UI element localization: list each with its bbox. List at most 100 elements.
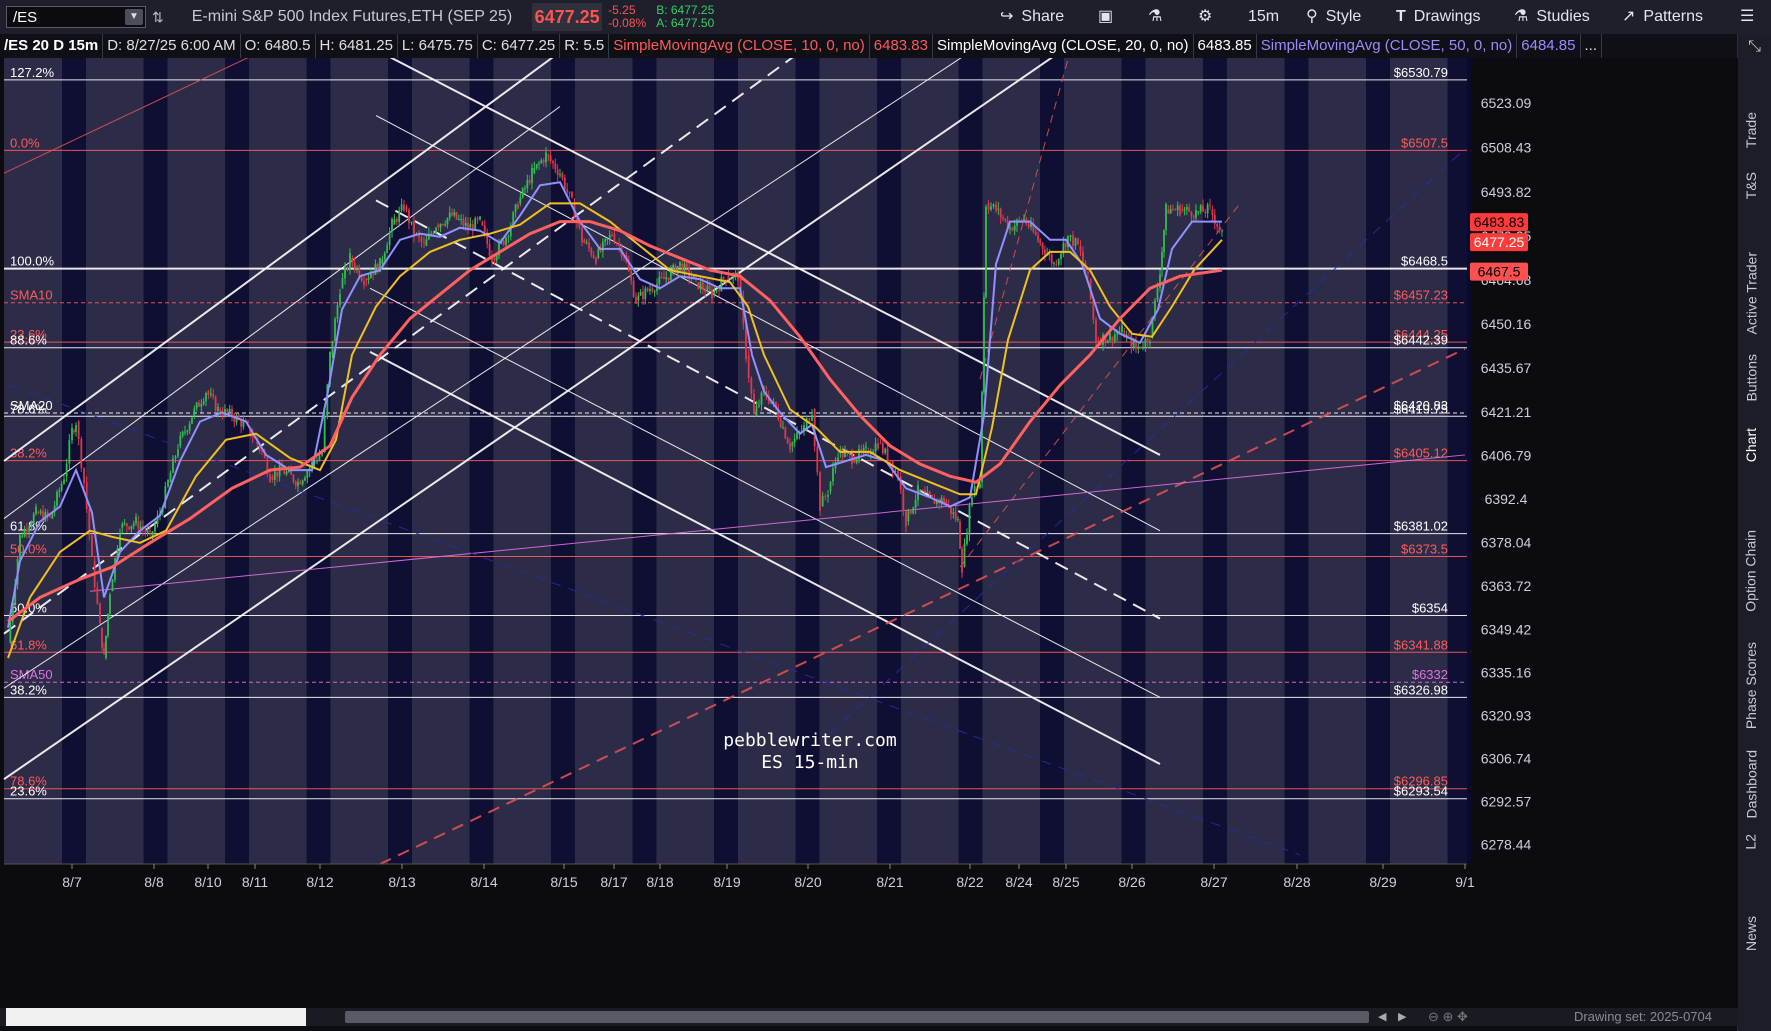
candle-body [1199, 205, 1202, 212]
candle-body [665, 277, 668, 280]
scroll-left-icon[interactable]: ◀ [1378, 1008, 1386, 1026]
sma20-legend[interactable]: SimpleMovingAvg (CLOSE, 20, 0, no) [933, 34, 1194, 58]
candle-body [729, 278, 732, 280]
candle-body [688, 266, 691, 278]
zoom-icon[interactable]: ⊖ ⊕ ✥ [1428, 1008, 1468, 1026]
sidebar-tab-t-s[interactable]: T&S [1743, 172, 1759, 199]
candle-body [1060, 253, 1062, 260]
scroll-thumb[interactable] [345, 1011, 1369, 1023]
candle-body [1027, 223, 1030, 227]
candle-body [226, 409, 229, 413]
sma10-legend[interactable]: SimpleMovingAvg (CLOSE, 10, 0, no) [609, 34, 870, 58]
candle-body [1130, 335, 1133, 348]
candle-body [58, 490, 61, 492]
candle-body [393, 219, 396, 225]
screenshot-icon: ▣ [1098, 8, 1114, 25]
candle-body [25, 529, 28, 532]
x-tick-label: 8/25 [1052, 874, 1079, 890]
chevron-down-icon[interactable]: ▼ [125, 9, 143, 25]
candle-body [905, 511, 907, 527]
candle-body [292, 474, 295, 482]
candle-body [71, 427, 73, 441]
candle-body [1195, 209, 1197, 218]
candle-body [318, 455, 321, 461]
candle-body [865, 446, 867, 448]
candle-body [408, 209, 410, 224]
candle-body [824, 496, 827, 498]
sync-icon[interactable]: ⇅ [152, 9, 164, 26]
candle-body [37, 512, 40, 514]
candle-body [559, 174, 561, 176]
candle-body [912, 507, 915, 514]
candle-body [135, 516, 137, 524]
candle-body [540, 160, 543, 164]
candle-body [464, 222, 467, 226]
sidebar-tab-chart[interactable]: Chart [1743, 428, 1759, 462]
collapse-icon[interactable]: ⤡ [1738, 38, 1771, 56]
timeframe-button[interactable]: 15m [1248, 0, 1279, 34]
candle-body [73, 430, 75, 432]
share-button[interactable]: ↪ Share [1000, 0, 1064, 34]
symbol-text: /ES [13, 9, 38, 26]
sidebar-tab-l2[interactable]: L2 [1743, 834, 1759, 850]
candle-body [604, 239, 607, 242]
sma50-legend[interactable]: SimpleMovingAvg (CLOSE, 50, 0, no) [1257, 34, 1518, 58]
candle-body [1048, 254, 1051, 256]
style-button[interactable]: ⚲ Style [1306, 0, 1361, 34]
candle-body [590, 248, 593, 256]
fib-level-left-label: 100.0% [10, 254, 55, 269]
candle-body [879, 442, 882, 444]
candle-body [1185, 207, 1188, 210]
candle-body [174, 456, 177, 459]
candle-body [615, 242, 618, 245]
candle-body [1082, 251, 1084, 263]
candle-body [1142, 346, 1144, 348]
candle-body [701, 282, 704, 290]
candle-body [23, 529, 26, 537]
candle-body [316, 460, 318, 462]
patterns-icon: ↗ [1622, 8, 1636, 25]
candle-body [829, 481, 832, 492]
candle-body [630, 271, 633, 281]
sidebar-tab-news[interactable]: News [1743, 916, 1759, 951]
scroll-right-icon[interactable]: ▶ [1398, 1008, 1406, 1026]
candle-body [276, 471, 279, 477]
candle-body [1050, 254, 1053, 264]
sidebar-tab-phase-scores[interactable]: Phase Scores [1743, 642, 1759, 729]
settings-button[interactable]: ⚙ [1198, 0, 1212, 34]
scroll-track-left [6, 1008, 306, 1026]
studies-label: Studies [1536, 8, 1590, 25]
candle-body [453, 212, 456, 216]
candle-body [1202, 205, 1204, 212]
candle-body [28, 527, 31, 532]
sidebar-tab-option-chain[interactable]: Option Chain [1743, 530, 1759, 612]
candle-body [995, 204, 997, 211]
screenshot-button[interactable]: ▣ [1098, 0, 1113, 34]
candle-body [403, 204, 405, 211]
fib-level-right-label: $6419.75 [1394, 401, 1448, 416]
symbol-selector[interactable]: /ES ▼ [6, 6, 146, 28]
sidebar-tab-dashboard[interactable]: Dashboard [1743, 750, 1759, 819]
sidebar-tab-trade[interactable]: Trade [1743, 112, 1759, 148]
menu-button[interactable]: ☰ [1740, 0, 1754, 34]
price-chart[interactable]: 127.2% $6530.79 0.0% $6507.5 100.0% $6468.5 SM… [0, 58, 1738, 1008]
candle-body [367, 278, 370, 281]
candle-body [1176, 205, 1179, 211]
legend-more[interactable]: ... [1581, 34, 1603, 58]
candle-body [103, 647, 105, 654]
candle-body [1057, 259, 1060, 265]
candle-body [1161, 251, 1163, 271]
drawings-button[interactable]: T Drawings [1396, 0, 1480, 34]
candle-body [973, 486, 976, 492]
x-tick-label: 8/11 [242, 874, 268, 890]
sidebar-tab-buttons[interactable]: Buttons [1743, 354, 1759, 401]
candle-body [563, 177, 566, 190]
studies-button[interactable]: ⚗ Studies [1514, 0, 1590, 34]
candle-body [149, 530, 151, 532]
x-tick-label: 8/12 [306, 874, 333, 890]
sidebar-tab-active-trader[interactable]: Active Trader [1743, 252, 1759, 334]
patterns-button[interactable]: ↗ Patterns [1622, 0, 1703, 34]
candle-body [1206, 204, 1209, 214]
horizontal-scrollbar[interactable]: ◀ ▶ ⊖ ⊕ ✥ Drawing set: 2025-0704 [0, 1008, 1738, 1026]
flask-button[interactable]: ⚗ [1148, 0, 1162, 34]
